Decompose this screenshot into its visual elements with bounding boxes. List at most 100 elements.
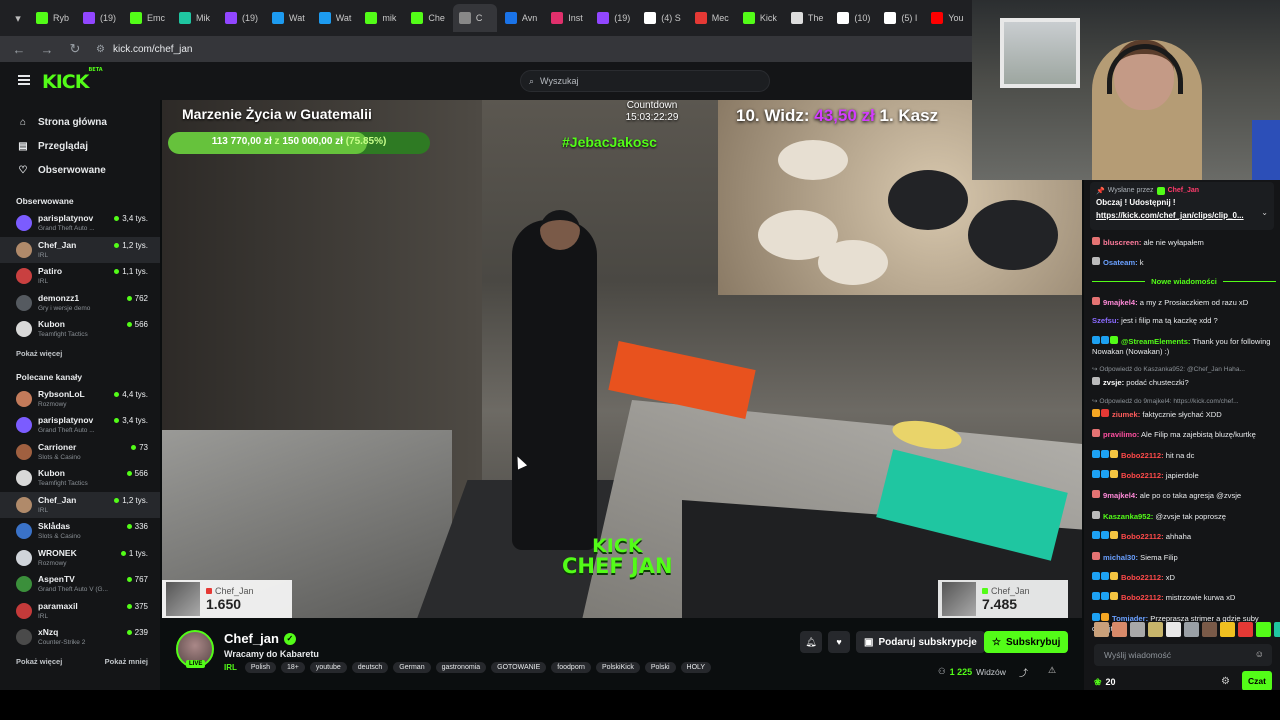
menu-icon[interactable] bbox=[18, 75, 30, 85]
pinned-link[interactable]: https://kick.com/chef_jan/clips/clip_0..… bbox=[1096, 211, 1244, 220]
emote-icon[interactable] bbox=[1130, 622, 1145, 637]
browser-tab[interactable]: (19) bbox=[77, 4, 122, 32]
tab-list-icon[interactable]: ▾ bbox=[8, 8, 28, 28]
chat-username[interactable]: Bobo22112: bbox=[1121, 593, 1164, 602]
emote-icon[interactable] bbox=[1148, 622, 1163, 637]
chat-input[interactable]: Wyślij wiadomość ☺ bbox=[1094, 644, 1272, 666]
browser-tab[interactable]: (19) bbox=[591, 4, 636, 32]
chat-message[interactable]: Osateam: k bbox=[1092, 256, 1276, 269]
sidebar-nav-item[interactable]: ▤ Przeglądaj bbox=[0, 134, 160, 158]
chat-username[interactable]: pravilimo: bbox=[1103, 430, 1139, 439]
browser-tab[interactable]: Emc bbox=[124, 4, 171, 32]
chat-message[interactable]: Bobo22112: ahhaha bbox=[1092, 530, 1276, 543]
chat-message[interactable]: Szefsu: jest i filip ma tą kaczkę xdd ? bbox=[1092, 316, 1276, 327]
chat-message[interactable]: 9majkel4: ale po co taka agresja @zvsje bbox=[1092, 489, 1276, 502]
search-input[interactable]: ⌕ Wyszukaj bbox=[520, 70, 770, 92]
emote-icon[interactable] bbox=[1094, 622, 1109, 637]
channel-name[interactable]: Chef_jan bbox=[224, 631, 279, 646]
sidebar-channel[interactable]: AspenTV Grand Theft Auto V (G... 767 bbox=[0, 571, 160, 598]
follow-button[interactable]: ♥ bbox=[828, 631, 850, 653]
emote-icon[interactable] bbox=[1202, 622, 1217, 637]
site-info-icon[interactable]: ⚙ bbox=[96, 44, 105, 55]
sidebar-channel[interactable]: parisplatynov Grand Theft Auto ... 3,4 tys… bbox=[0, 210, 160, 237]
browser-tab[interactable]: Wat bbox=[266, 4, 311, 32]
chat-username[interactable]: 9majkel4: bbox=[1103, 491, 1138, 500]
chat-username[interactable]: Bobo22112: bbox=[1121, 451, 1164, 460]
followed-show-more[interactable]: Pokaż więcej bbox=[0, 349, 160, 358]
chat-message[interactable]: Bobo22112: mistrzowie kurwa xD bbox=[1092, 591, 1276, 604]
gear-icon[interactable]: ⚙ bbox=[1221, 676, 1230, 687]
browser-tab[interactable]: (19) bbox=[219, 4, 264, 32]
chat-username[interactable]: Szefsu: bbox=[1092, 316, 1119, 325]
chat-message[interactable]: michal30: Siema Filip bbox=[1092, 551, 1276, 564]
emote-icon[interactable] bbox=[1256, 622, 1271, 637]
stream-tag[interactable]: foodporn bbox=[551, 662, 591, 673]
stream-tag[interactable]: gastronomia bbox=[435, 662, 487, 673]
stream-category[interactable]: IRL bbox=[224, 663, 237, 672]
emoji-icon[interactable]: ☺ bbox=[1255, 649, 1264, 659]
sidebar-channel[interactable]: Chef_Jan IRL 1,2 tys. bbox=[0, 236, 160, 263]
browser-tab[interactable]: (4) S bbox=[638, 4, 687, 32]
chat-message[interactable]: Kaszanka952: @zvsje tak poproszę bbox=[1092, 510, 1276, 523]
chat-username[interactable]: @StreamElements: bbox=[1121, 337, 1190, 346]
notification-bell-button[interactable]: 🔔︎ bbox=[800, 631, 822, 653]
sidebar-channel[interactable]: Patiro IRL 1,1 tys. bbox=[0, 263, 160, 290]
emote-icon[interactable] bbox=[1166, 622, 1181, 637]
browser-tab[interactable]: The bbox=[785, 4, 830, 32]
chat-username[interactable]: Bobo22112: bbox=[1121, 532, 1164, 541]
emote-icon[interactable] bbox=[1112, 622, 1127, 637]
sidebar-nav-item[interactable]: ♡ Obserwowane bbox=[0, 158, 160, 182]
back-icon[interactable]: ← bbox=[12, 42, 26, 57]
chevron-down-icon[interactable]: ⌄ bbox=[1261, 208, 1268, 217]
chat-username[interactable]: zvsje: bbox=[1103, 378, 1124, 387]
recommended-show-less[interactable]: Pokaż mniej bbox=[105, 657, 148, 666]
chat-username[interactable]: Osateam: bbox=[1103, 258, 1138, 267]
stream-tag[interactable]: Polski bbox=[644, 662, 676, 673]
chat-username[interactable]: ziumek: bbox=[1112, 410, 1140, 419]
browser-tab[interactable]: (10) bbox=[831, 4, 876, 32]
video-player[interactable]: Marzenie Życia w Guatemalii 113 770,00 z… bbox=[162, 100, 1082, 618]
channel-points[interactable]: ❀ 20 bbox=[1094, 677, 1116, 688]
gift-subs-button[interactable]: ▣ Podaruj subskrypcje bbox=[856, 631, 985, 653]
sidebar-channel[interactable]: Kubon Teamfight Tactics 566 bbox=[0, 465, 160, 492]
chat-message[interactable]: zvsje: podać chusteczki? bbox=[1092, 376, 1276, 389]
sidebar-channel[interactable]: demonzz1 Gry i wersje demo 762 bbox=[0, 290, 160, 317]
browser-tab[interactable]: You bbox=[925, 4, 969, 32]
browser-tab[interactable]: Mik bbox=[173, 4, 217, 32]
emote-icon[interactable] bbox=[1238, 622, 1253, 637]
browser-tab[interactable]: Mec bbox=[689, 4, 735, 32]
chat-message[interactable]: bluscreen: ale nie wyłapałem bbox=[1092, 236, 1276, 249]
chat-message[interactable]: pravilimo: Ale Filip ma zajebistą bluzę/… bbox=[1092, 428, 1276, 441]
emote-icon[interactable] bbox=[1274, 622, 1280, 637]
chat-message[interactable]: Bobo22112: xD bbox=[1092, 571, 1276, 584]
chat-message[interactable]: Bobo22112: japierdole bbox=[1092, 469, 1276, 482]
sidebar-channel[interactable]: Carrioner Slots & Casino 73 bbox=[0, 439, 160, 466]
recommended-show-more[interactable]: Pokaż więcej bbox=[16, 657, 62, 666]
chat-username[interactable]: Bobo22112: bbox=[1121, 471, 1164, 480]
send-chat-button[interactable]: Czat bbox=[1242, 671, 1272, 691]
browser-tab[interactable]: Ryb bbox=[30, 4, 75, 32]
kick-logo[interactable]: KICKBETA bbox=[42, 67, 103, 93]
browser-tab[interactable]: C bbox=[452, 4, 497, 32]
browser-tab[interactable]: mik bbox=[359, 4, 403, 32]
chat-username[interactable]: michal30: bbox=[1103, 553, 1138, 562]
stream-tag[interactable]: Polish bbox=[244, 662, 276, 673]
stream-tag[interactable]: PolskiKick bbox=[595, 662, 640, 673]
browser-tab[interactable]: Che bbox=[405, 4, 451, 32]
browser-tab[interactable]: Inst bbox=[545, 4, 589, 32]
browser-tab[interactable]: Wat bbox=[313, 4, 358, 32]
sidebar-channel[interactable]: Sklådas Slots & Casino 336 bbox=[0, 518, 160, 545]
stream-tag[interactable]: GOTOWANIE bbox=[491, 662, 547, 673]
browser-tab[interactable]: (5) I bbox=[878, 4, 923, 32]
sidebar-channel[interactable]: RybsonLoL Rozmowy 4,4 tys. bbox=[0, 386, 160, 413]
emote-icon[interactable] bbox=[1220, 622, 1235, 637]
sidebar-channel[interactable]: WRONEK Rozmowy 1 tys. bbox=[0, 545, 160, 572]
sidebar-channel[interactable]: xNzq Counter-Strike 2 239 bbox=[0, 624, 160, 651]
share-icon[interactable]: ⤴ bbox=[1019, 666, 1028, 679]
forward-icon[interactable]: → bbox=[40, 42, 54, 57]
chat-message[interactable]: Bobo22112: hit na dc bbox=[1092, 449, 1276, 462]
chat-username[interactable]: bluscreen: bbox=[1103, 238, 1141, 247]
chat-username[interactable]: Kaszanka952: bbox=[1103, 512, 1153, 521]
stream-tag[interactable]: youtube bbox=[309, 662, 347, 673]
chat-username[interactable]: Bobo22112: bbox=[1121, 573, 1164, 582]
